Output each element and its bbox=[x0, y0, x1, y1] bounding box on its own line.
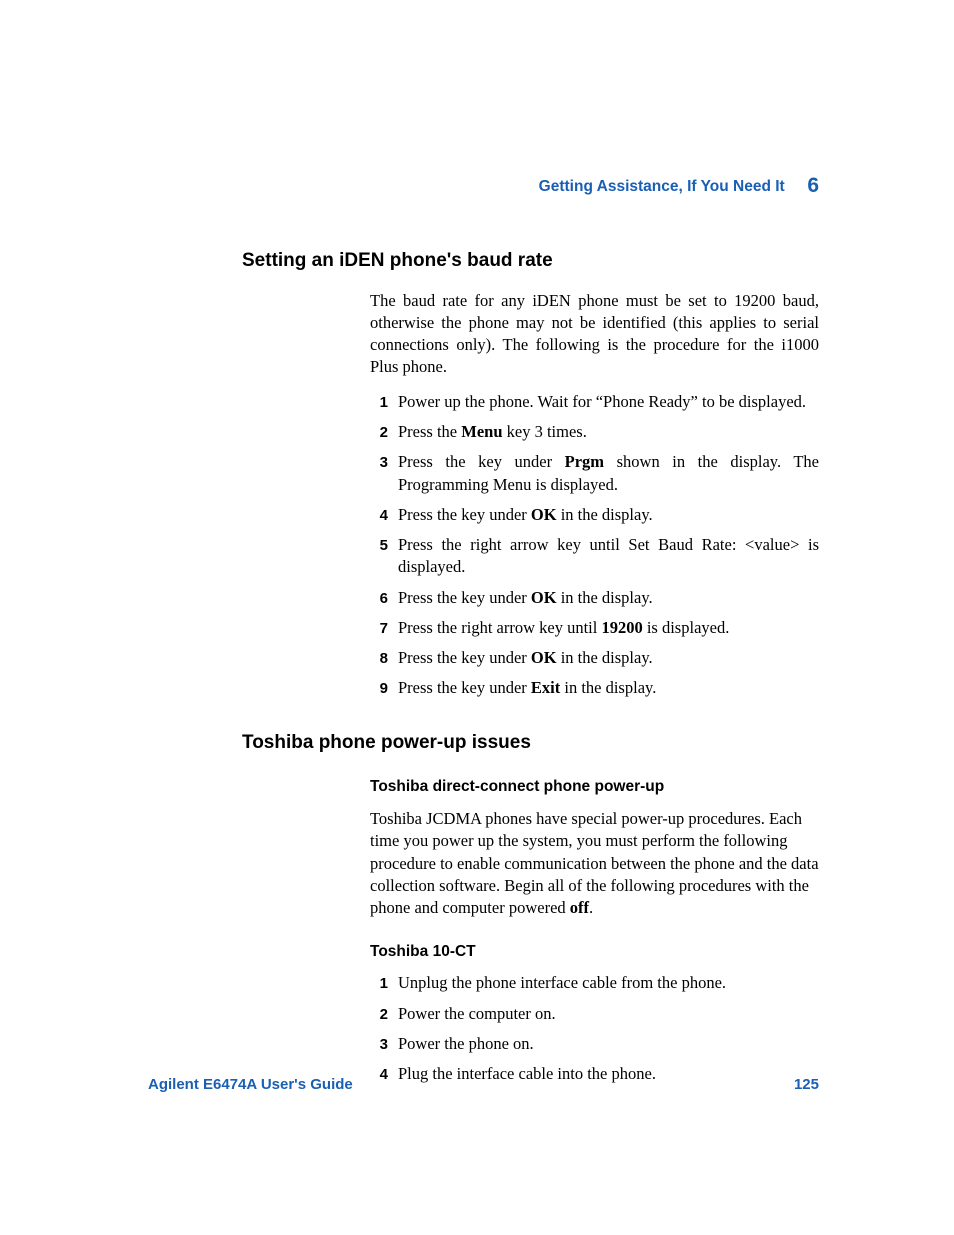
content-area: Setting an iDEN phone's baud rate The ba… bbox=[242, 238, 819, 1094]
iden-steps: 1 Power up the phone. Wait for “Phone Rea… bbox=[370, 391, 819, 700]
step-text: Press the right arrow key until Set Baud… bbox=[398, 534, 819, 579]
step-item: 5 Press the right arrow key until Set Bau… bbox=[370, 534, 819, 579]
step-number: 9 bbox=[370, 679, 388, 699]
running-footer: Agilent E6474A User's Guide 125 bbox=[148, 1075, 819, 1095]
bold-text: off bbox=[570, 898, 589, 917]
step-number: 3 bbox=[370, 453, 388, 473]
section1-body: The baud rate for any iDEN phone must be… bbox=[370, 290, 819, 700]
step-number: 4 bbox=[370, 506, 388, 526]
bold-text: OK bbox=[531, 648, 557, 667]
step-number: 5 bbox=[370, 536, 388, 556]
step-number: 7 bbox=[370, 619, 388, 639]
step-text: Press the key under OK in the display. bbox=[398, 647, 819, 669]
intro-paragraph: The baud rate for any iDEN phone must be… bbox=[370, 290, 819, 379]
toshiba-steps: 1 Unplug the phone interface cable from t… bbox=[370, 972, 819, 1085]
step-text: Press the key under Exit in the display. bbox=[398, 677, 819, 699]
step-text: Press the key under Prgm shown in the di… bbox=[398, 451, 819, 496]
subsection-paragraph: Toshiba JCDMA phones have special power-… bbox=[370, 808, 819, 919]
bold-text: OK bbox=[531, 588, 557, 607]
step-number: 2 bbox=[370, 1005, 388, 1025]
step-number: 6 bbox=[370, 589, 388, 609]
step-item: 3 Power the phone on. bbox=[370, 1033, 819, 1055]
bold-text: Prgm bbox=[565, 452, 604, 471]
step-item: 2 Power the computer on. bbox=[370, 1003, 819, 1025]
subsection-direct-connect: Toshiba direct-connect phone power-up To… bbox=[370, 777, 819, 1085]
step-item: 9 Press the key under Exit in the display… bbox=[370, 677, 819, 699]
step-item: 3 Press the key under Prgm shown in the d… bbox=[370, 451, 819, 496]
step-number: 2 bbox=[370, 423, 388, 443]
step-number: 8 bbox=[370, 649, 388, 669]
guide-title: Agilent E6474A User's Guide bbox=[148, 1076, 353, 1093]
step-item: 7 Press the right arrow key until 19200 i… bbox=[370, 617, 819, 639]
step-text: Press the right arrow key until 19200 is… bbox=[398, 617, 819, 639]
header-title: Getting Assistance, If You Need It bbox=[539, 178, 785, 195]
step-text: Press the Menu key 3 times. bbox=[398, 421, 819, 443]
step-text: Power the computer on. bbox=[398, 1003, 819, 1025]
step-text: Power up the phone. Wait for “Phone Read… bbox=[398, 391, 819, 413]
step-item: 4 Press the key under OK in the display. bbox=[370, 504, 819, 526]
page: Getting Assistance, If You Need It 6 Set… bbox=[0, 0, 954, 1235]
bold-text: Menu bbox=[461, 422, 502, 441]
bold-text: OK bbox=[531, 505, 557, 524]
step-item: 6 Press the key under OK in the display. bbox=[370, 587, 819, 609]
step-item: 1 Unplug the phone interface cable from t… bbox=[370, 972, 819, 994]
step-text: Press the key under OK in the display. bbox=[398, 504, 819, 526]
step-text: Unplug the phone interface cable from th… bbox=[398, 972, 819, 994]
running-header: Getting Assistance, If You Need It 6 bbox=[539, 172, 819, 200]
step-number: 3 bbox=[370, 1035, 388, 1055]
step-number: 1 bbox=[370, 974, 388, 994]
bold-text: 19200 bbox=[601, 618, 642, 637]
subsection-heading-10ct: Toshiba 10-CT bbox=[370, 942, 819, 963]
step-number: 1 bbox=[370, 393, 388, 413]
step-item: 8 Press the key under OK in the display. bbox=[370, 647, 819, 669]
page-number: 125 bbox=[794, 1075, 819, 1095]
step-item: 2 Press the Menu key 3 times. bbox=[370, 421, 819, 443]
step-text: Press the key under OK in the display. bbox=[398, 587, 819, 609]
section2: Toshiba phone power-up issues Toshiba di… bbox=[242, 730, 819, 1086]
section-heading-iden: Setting an iDEN phone's baud rate bbox=[242, 248, 819, 274]
chapter-number: 6 bbox=[807, 172, 819, 200]
section-heading-toshiba: Toshiba phone power-up issues bbox=[242, 730, 819, 756]
step-item: 1 Power up the phone. Wait for “Phone Rea… bbox=[370, 391, 819, 413]
step-text: Power the phone on. bbox=[398, 1033, 819, 1055]
subsection-heading: Toshiba direct-connect phone power-up bbox=[370, 777, 819, 798]
bold-text: Exit bbox=[531, 678, 560, 697]
